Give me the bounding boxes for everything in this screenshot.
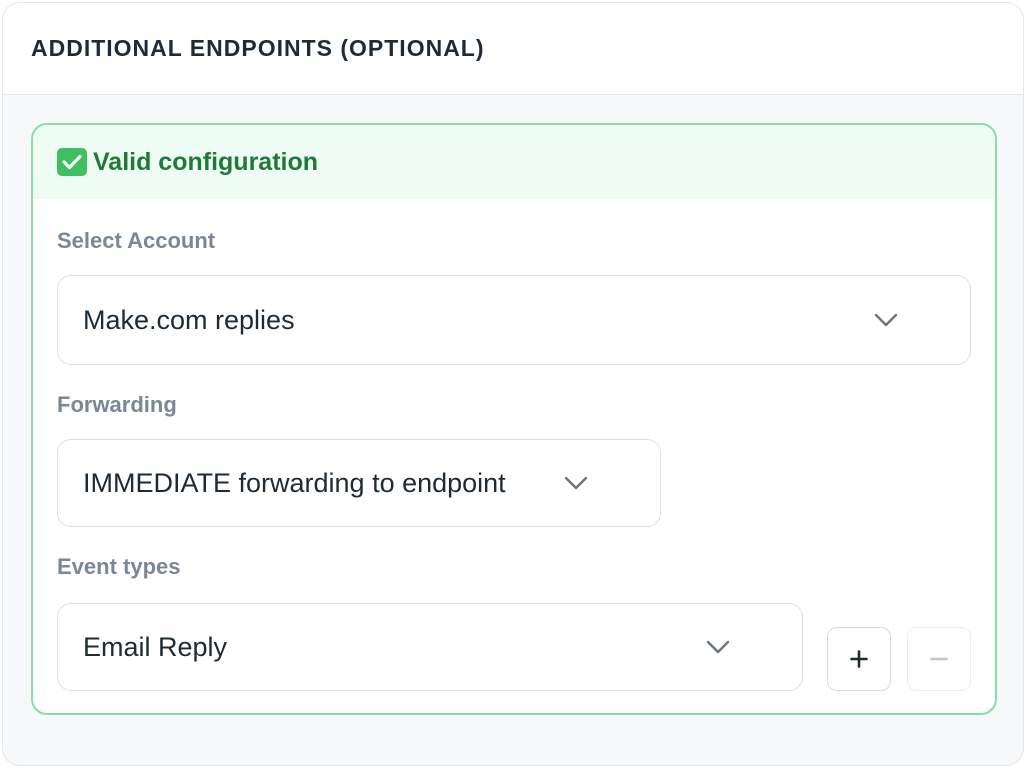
account-select-value: Make.com replies xyxy=(83,304,295,335)
remove-event-type-button[interactable]: − xyxy=(907,627,971,691)
forwarding-select-value: IMMEDIATE forwarding to endpoint xyxy=(83,467,506,498)
chevron-down-icon xyxy=(706,640,730,654)
additional-endpoints-panel: ADDITIONAL ENDPOINTS (OPTIONAL) Valid co… xyxy=(2,2,1024,766)
status-text: Valid configuration xyxy=(93,147,319,176)
plus-icon xyxy=(850,650,868,668)
account-select[interactable]: Make.com replies xyxy=(57,275,971,365)
account-label: Select Account xyxy=(57,228,216,253)
endpoint-card: Valid configuration Select Account Make.… xyxy=(31,123,997,715)
chevron-down-icon xyxy=(874,313,898,327)
add-event-type-button[interactable]: + xyxy=(827,627,891,691)
forwarding-select[interactable]: IMMEDIATE forwarding to endpoint xyxy=(57,439,661,527)
event-types-label: Event types xyxy=(57,554,181,579)
check-icon xyxy=(57,148,87,176)
panel-title: ADDITIONAL ENDPOINTS (OPTIONAL) xyxy=(31,35,485,61)
forwarding-label: Forwarding xyxy=(57,392,177,417)
event-types-select-value: Email Reply xyxy=(83,631,228,662)
status-banner: Valid configuration xyxy=(33,125,995,199)
panel-header: ADDITIONAL ENDPOINTS (OPTIONAL) xyxy=(3,3,1023,95)
minus-icon xyxy=(930,657,948,661)
event-types-select[interactable]: Email Reply xyxy=(57,603,803,691)
chevron-down-icon xyxy=(564,476,588,490)
